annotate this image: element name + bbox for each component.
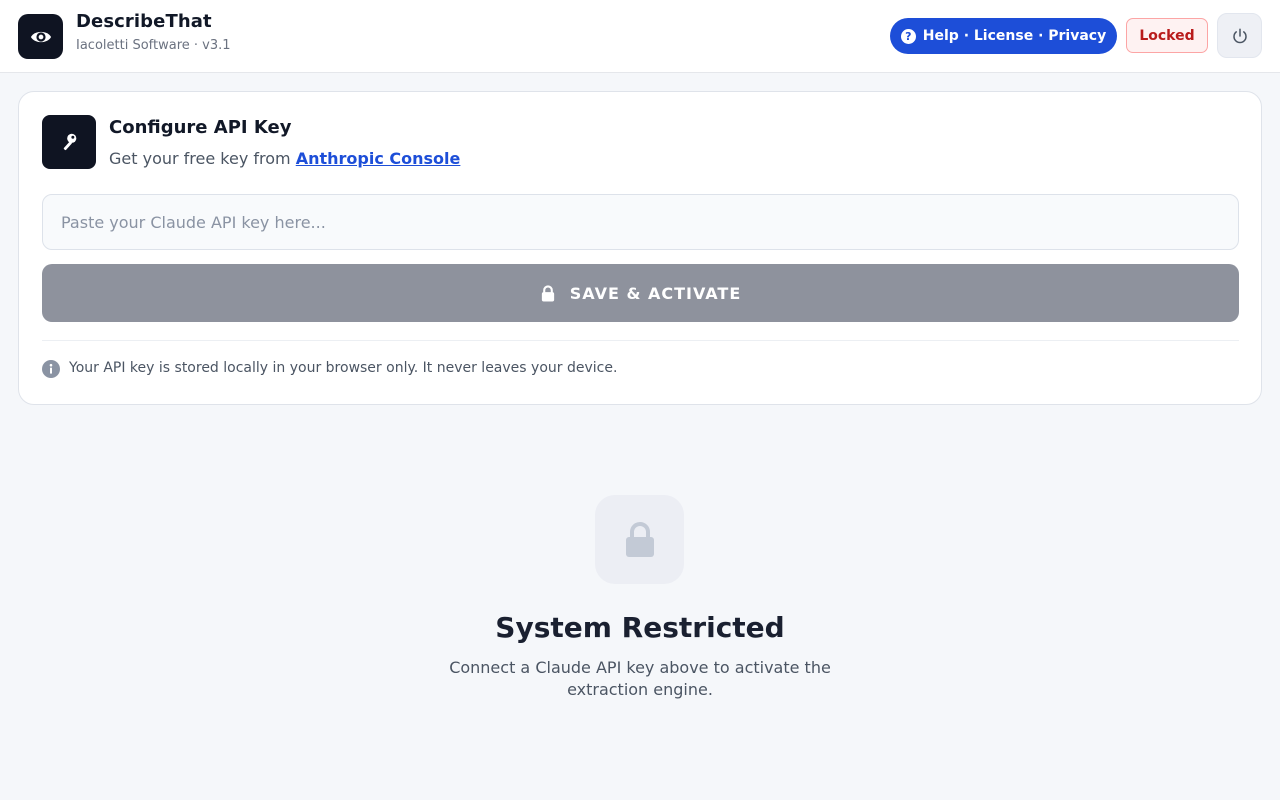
app-title: DescribeThat [76,11,212,32]
card-subtitle: Get your free key from Anthropic Console [109,149,460,168]
help-links-label: Help · License · Privacy [922,28,1107,44]
save-activate-button[interactable]: SAVE & ACTIVATE [42,264,1239,322]
app-subtitle: Iacoletti Software · v3.1 [76,38,231,53]
power-button[interactable] [1217,13,1262,58]
storage-info-text: Your API key is stored locally in your b… [69,360,618,376]
help-icon: ? [900,28,916,44]
app-header: DescribeThat Iacoletti Software · v3.1 ?… [0,0,1280,73]
api-key-card: Configure API Key Get your free key from… [18,91,1262,405]
card-divider [42,340,1239,341]
restricted-title: System Restricted [495,611,785,644]
restricted-description: Connect a Claude API key above to activa… [449,658,831,699]
save-activate-label: SAVE & ACTIVATE [569,283,742,303]
api-key-input[interactable] [42,194,1239,250]
status-badge: Locked [1126,18,1208,53]
key-icon [42,115,96,169]
card-title: Configure API Key [109,117,292,138]
power-icon [1232,28,1247,43]
eye-icon [18,14,63,59]
restricted-lock-icon [595,495,684,584]
lock-icon [541,284,554,302]
info-icon [42,360,60,378]
help-license-privacy-button[interactable]: ? Help · License · Privacy [890,18,1117,54]
card-subtitle-text: Get your free key from [109,149,296,168]
anthropic-console-link[interactable]: Anthropic Console [296,149,461,168]
